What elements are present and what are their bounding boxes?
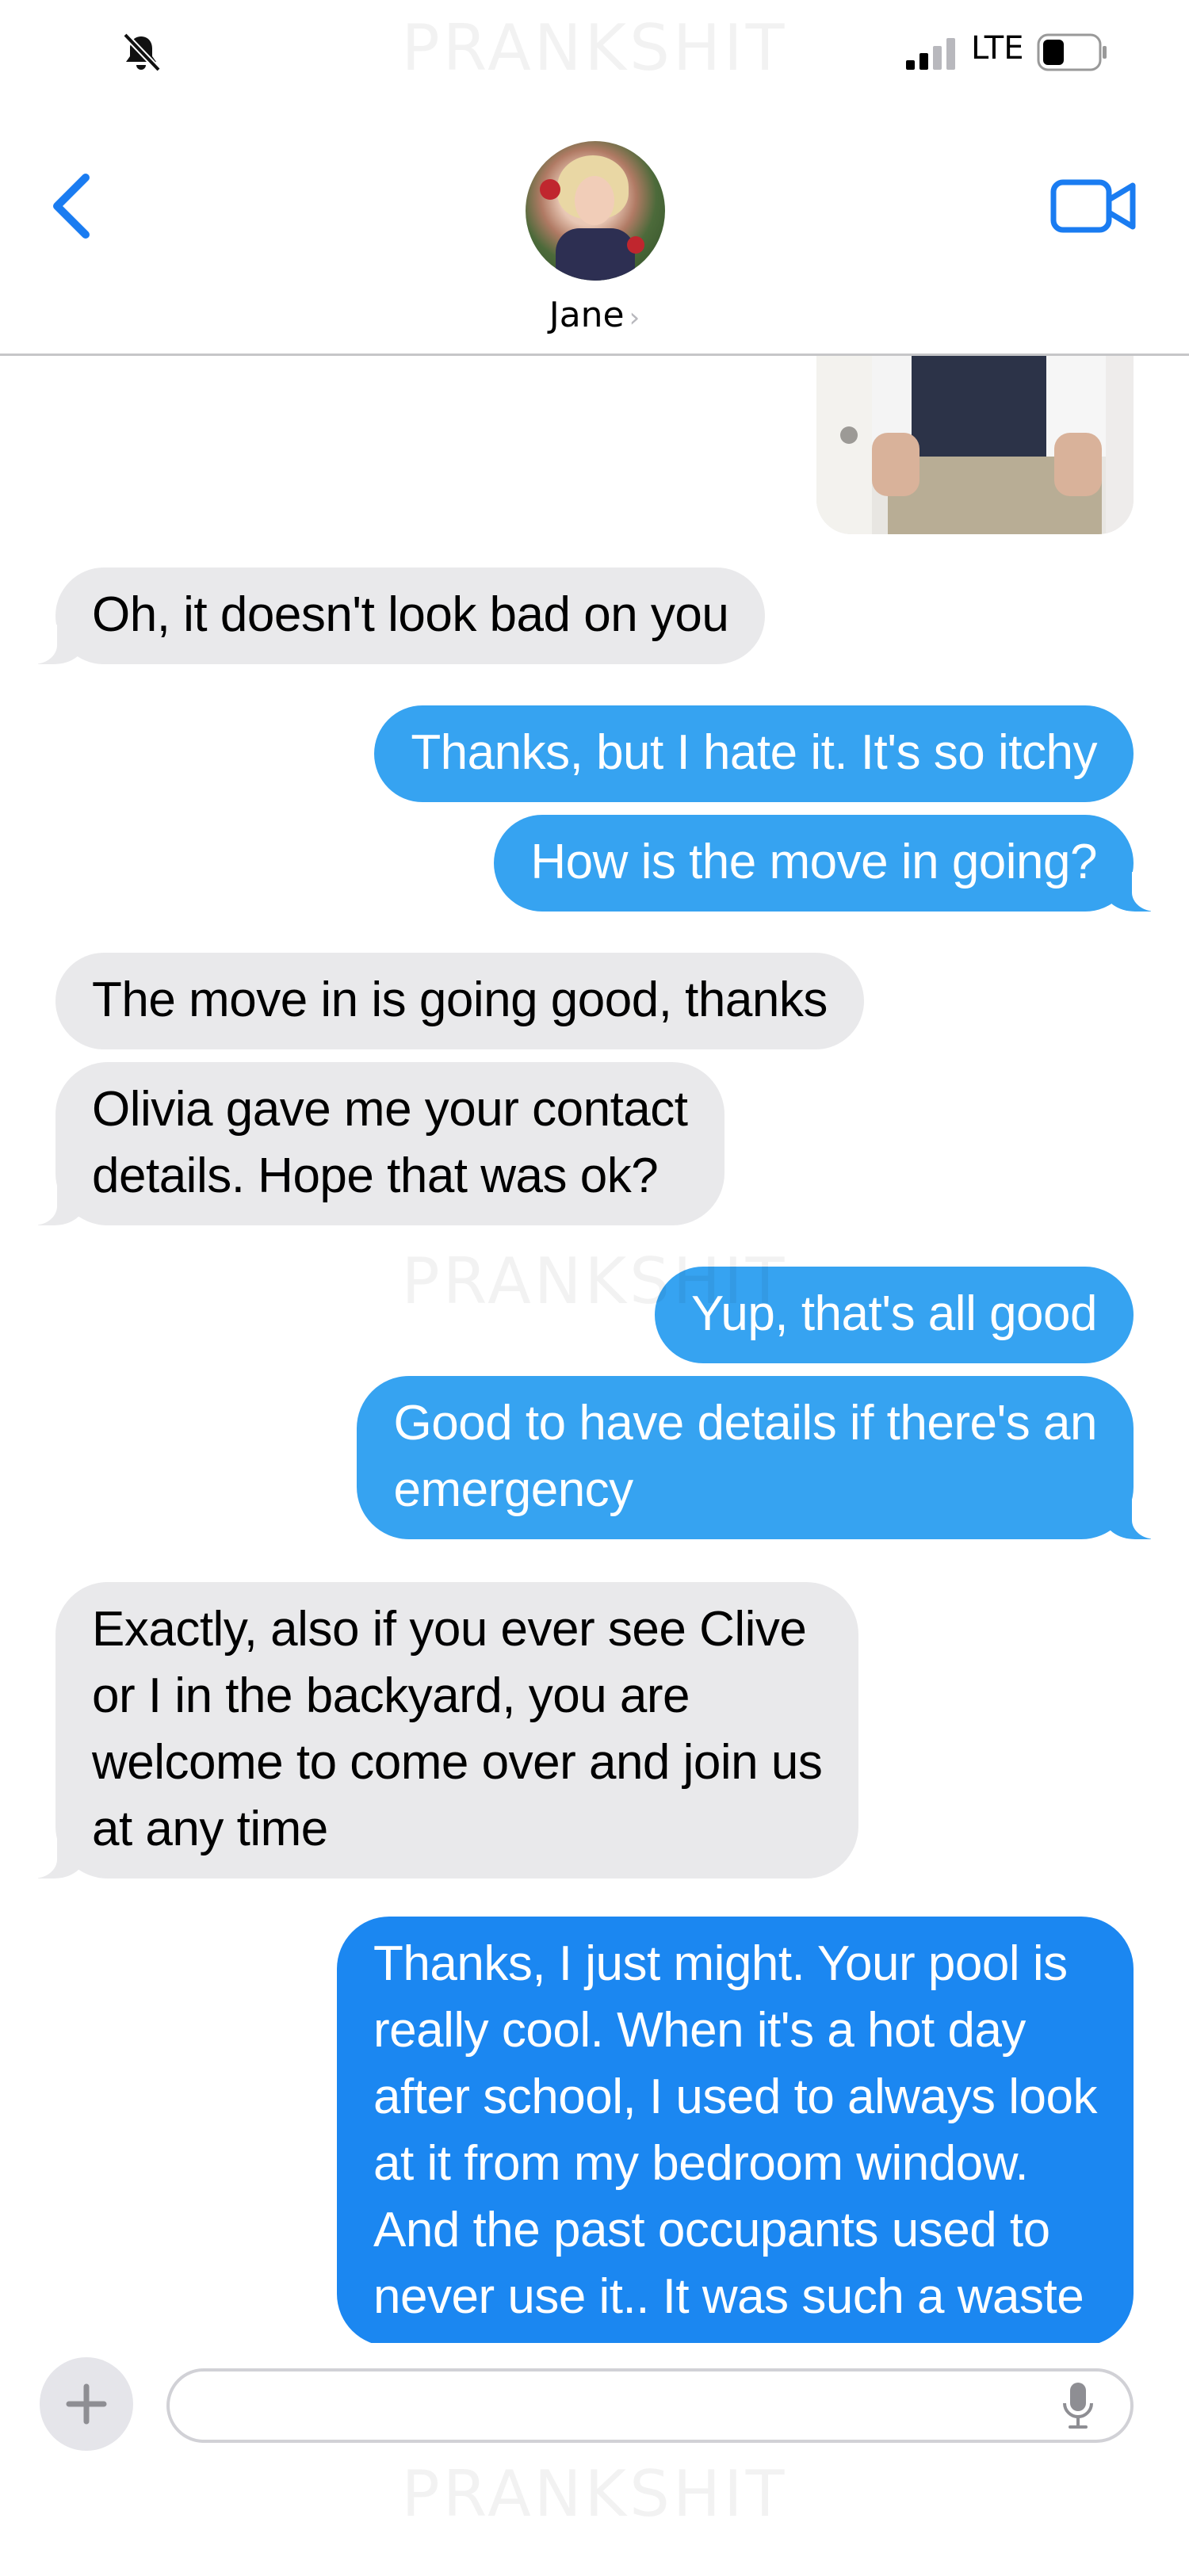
outgoing-message[interactable]: Thanks, but I hate it. It's so itchy	[374, 705, 1134, 802]
status-bar: LTE	[0, 0, 1189, 103]
outgoing-message[interactable]: Yup, that's all good	[654, 1267, 1134, 1363]
carrier-label: LTE	[971, 30, 1024, 67]
contact-name[interactable]: Jane ›	[0, 295, 1189, 335]
incoming-message[interactable]: The move in is going good, thanks	[55, 953, 864, 1049]
incoming-message[interactable]: Olivia gave me your contact details. Hop…	[22, 1062, 724, 1225]
back-button[interactable]	[40, 166, 103, 246]
battery-icon	[1037, 33, 1107, 71]
chevron-right-icon: ›	[629, 302, 640, 334]
incoming-message[interactable]: Exactly, also if you ever see Clive or I…	[21, 1582, 859, 1878]
photo-attachment[interactable]	[816, 354, 1134, 534]
signal-bars-icon	[906, 38, 955, 70]
bell-slash-icon	[123, 32, 161, 72]
message-thread[interactable]: Oh, it doesn't look bad on you Thanks, b…	[0, 354, 1189, 2343]
contact-avatar[interactable]	[526, 141, 665, 281]
incoming-message[interactable]: Oh, it doesn't look bad on you	[21, 568, 766, 664]
message-input-bar	[0, 2343, 1189, 2576]
message-input[interactable]	[166, 2368, 1134, 2443]
contact-name-label: Jane	[549, 295, 625, 335]
microphone-icon[interactable]	[1061, 2381, 1095, 2430]
outgoing-message[interactable]: How is the move in going?	[494, 815, 1167, 912]
add-attachment-button[interactable]	[40, 2357, 133, 2451]
conversation-header: Jane ›	[0, 103, 1189, 356]
plus-icon	[66, 2383, 107, 2425]
outgoing-message[interactable]: Good to have details if there's an emerg…	[357, 1376, 1167, 1539]
outgoing-message[interactable]: Thanks, I just might. Your pool is reall…	[337, 1917, 1134, 2343]
video-camera-icon[interactable]	[1050, 176, 1137, 236]
